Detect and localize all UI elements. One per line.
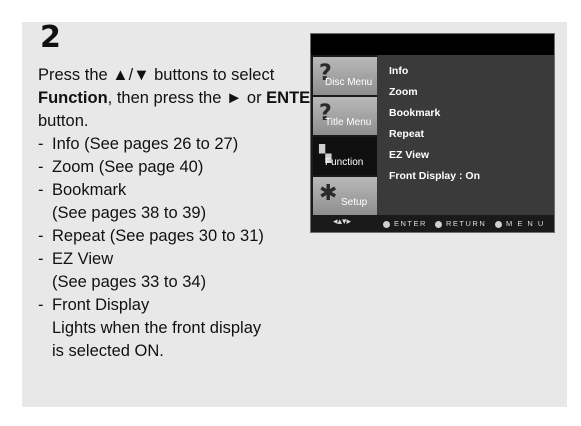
list-item: - EZ View (See pages 33 to 34) [38, 250, 207, 291]
list-item: - Bookmark (See pages 38 to 39) [38, 181, 207, 222]
up-down-arrows: ▲/▼ [112, 66, 150, 84]
right-arrow-icon: ► [225, 89, 243, 107]
list-item: - Zoom (See page 40) [38, 158, 204, 176]
step-number: 2 [40, 20, 62, 55]
return-button-icon [435, 220, 442, 228]
return-legend: RETURN [435, 219, 486, 228]
menu-item-zoom[interactable]: Zoom [389, 86, 418, 98]
menu-item-bookmark[interactable]: Bookmark [389, 107, 440, 119]
menu-item-front-display[interactable]: Front Display : On [389, 170, 480, 182]
list-item: - Front Display Lights when the front disp… [38, 296, 262, 360]
tab-setup[interactable]: ✱ Setup [313, 177, 377, 215]
tab-function[interactable]: ▚ Function [313, 137, 377, 175]
list-item: - Repeat (See pages 30 to 31) [38, 227, 264, 245]
menu-item-repeat[interactable]: Repeat [389, 128, 424, 140]
function-list: - Info (See pages 26 to 27) - Zoom (See pa… [38, 133, 328, 363]
instruction-panel: 2 Press the ▲/▼ buttons to select Functi… [22, 20, 567, 407]
enter-legend: ENTER [383, 219, 427, 228]
menu-item-ez-view[interactable]: EZ View [389, 149, 429, 161]
menu-legend: M E N U [495, 219, 545, 228]
tab-title-menu[interactable]: ? Title Menu [313, 97, 377, 135]
navigation-pad-icon: ◂▴▾▸ [333, 217, 352, 227]
menu-item-info[interactable]: Info [389, 65, 408, 77]
osd-top-bar [311, 34, 554, 55]
osd-screen: ? Disc Menu ? Title Menu ▚ Function ✱ Se… [310, 33, 555, 233]
osd-button-legend: ◂▴▾▸ ENTER RETURN M E N U [311, 215, 554, 232]
osd-tab-column: ? Disc Menu ? Title Menu ▚ Function ✱ Se… [311, 55, 377, 215]
tab-disc-menu[interactable]: ? Disc Menu [313, 57, 377, 95]
function-keyword: Function [38, 89, 108, 107]
enter-button-icon [383, 220, 390, 228]
setup-gear-icon: ✱ [319, 181, 338, 206]
instruction-text: Press the ▲/▼ buttons to select Function… [38, 64, 328, 363]
instruction-paragraph: Press the ▲/▼ buttons to select Function… [38, 66, 323, 130]
menu-button-icon [495, 220, 502, 228]
list-item: - Info (See pages 26 to 27) [38, 135, 239, 153]
osd-menu-list: Info Zoom Bookmark Repeat EZ View Front … [377, 55, 554, 215]
